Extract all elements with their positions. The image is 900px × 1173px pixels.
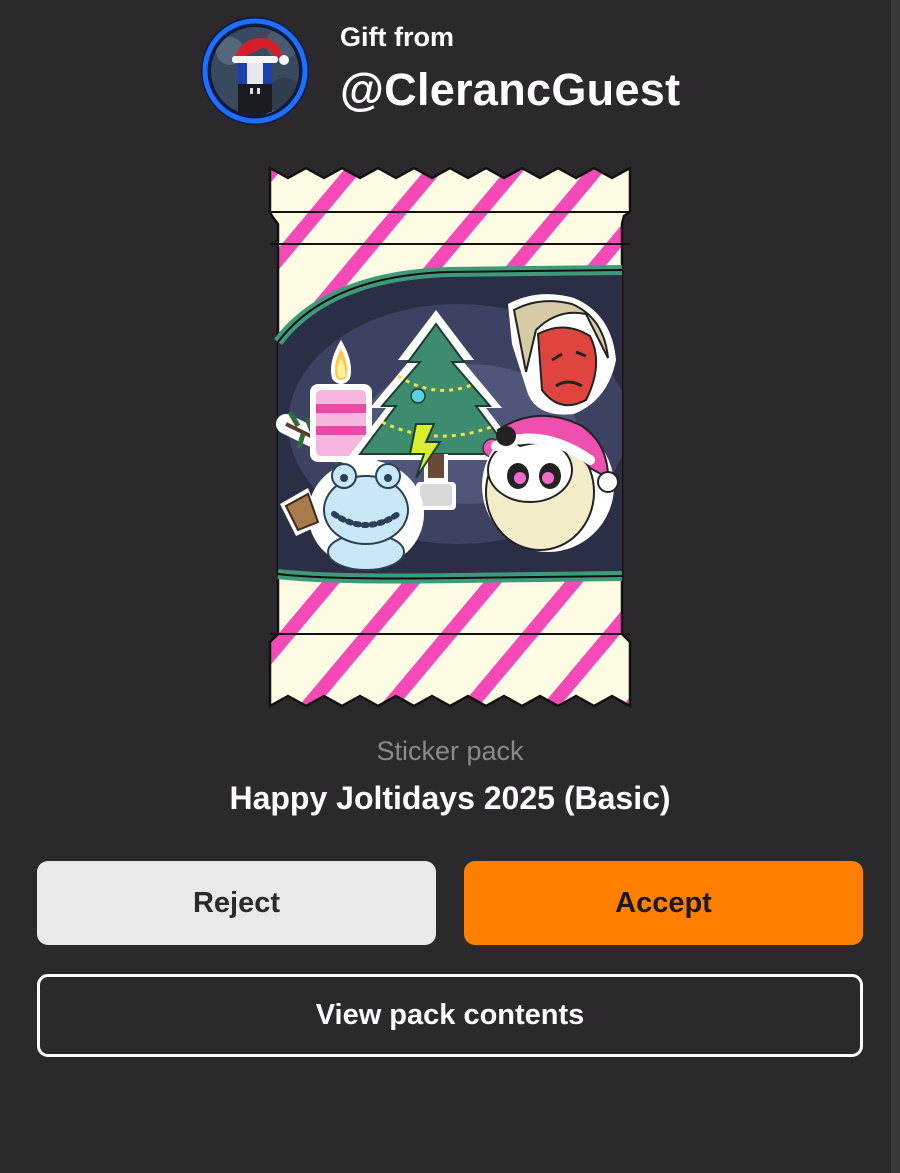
scrollbar-edge	[891, 0, 900, 1173]
pack-type-label: Sticker pack	[376, 736, 524, 766]
santa-hat-avatar-icon	[201, 17, 309, 125]
sender-avatar[interactable]	[200, 16, 310, 126]
view-pack-contents-button[interactable]: View pack contents	[37, 974, 863, 1057]
sticker-pack-image[interactable]	[268, 164, 632, 710]
accept-button[interactable]: Accept	[464, 861, 863, 945]
gift-from-label: Gift from	[340, 22, 454, 52]
gift-header: Gift from @ClerancGuest	[200, 14, 760, 128]
sender-username[interactable]: @ClerancGuest	[340, 64, 680, 116]
reject-button[interactable]: Reject	[37, 861, 436, 945]
pack-name: Happy Joltidays 2025 (Basic)	[229, 780, 671, 816]
